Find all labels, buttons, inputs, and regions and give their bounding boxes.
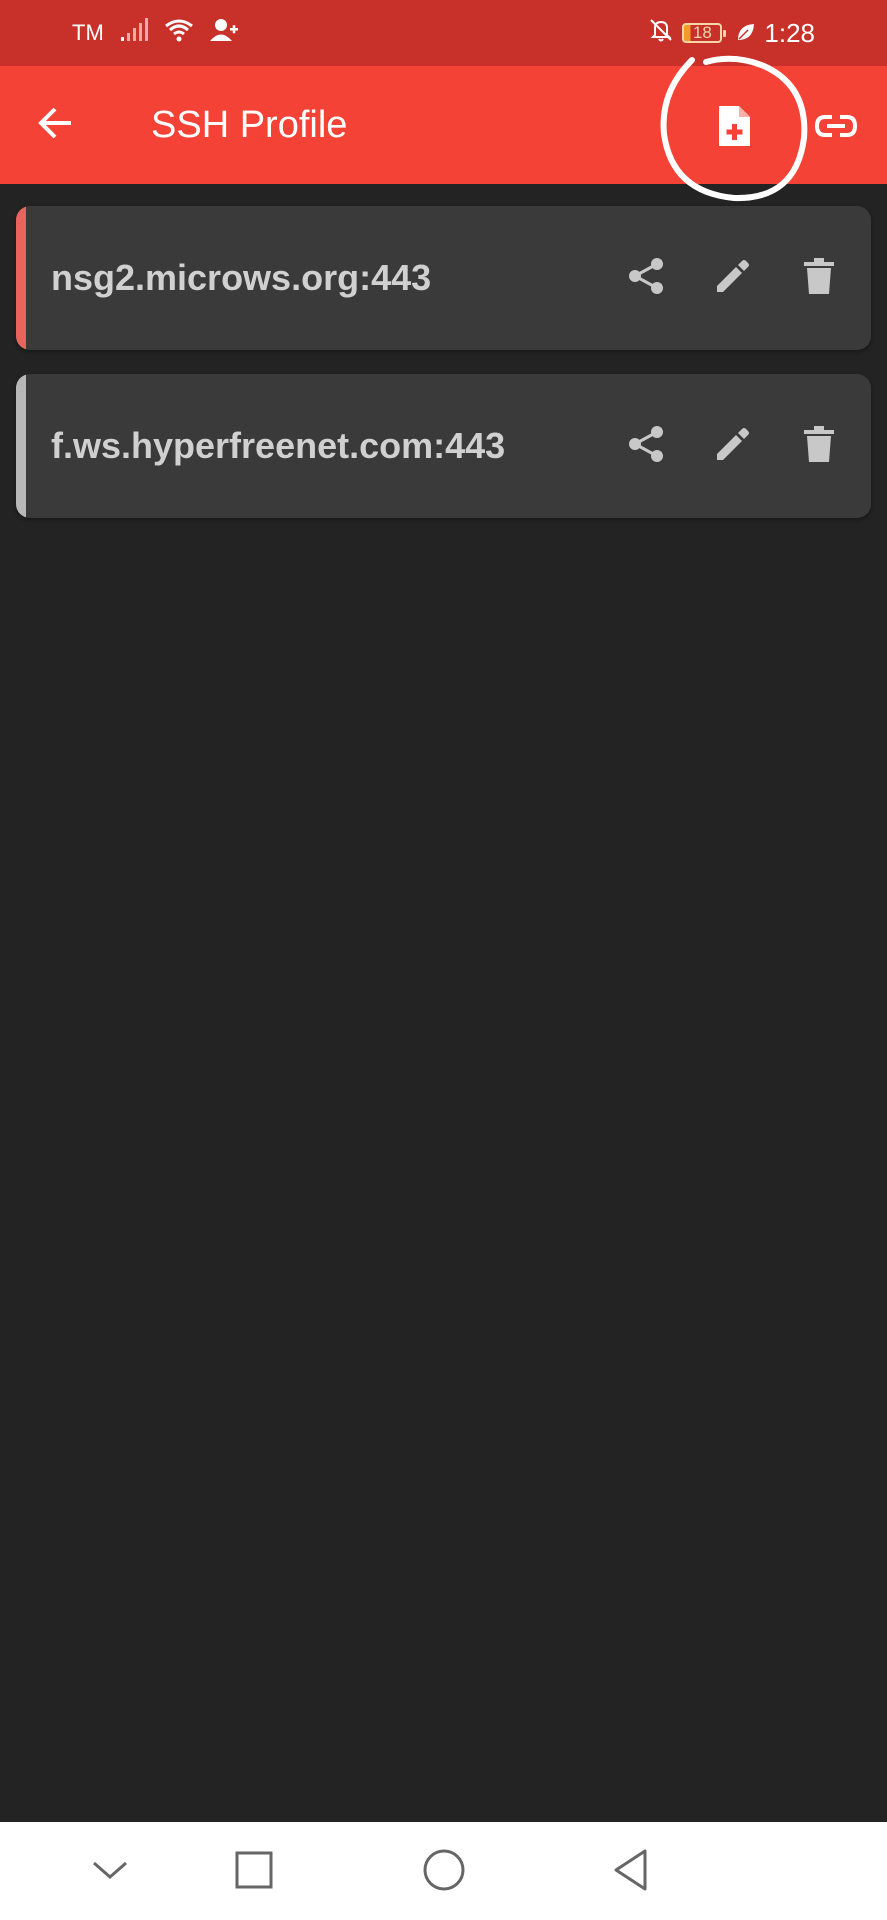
wifi-icon bbox=[164, 18, 194, 48]
clock: 1:28 bbox=[764, 17, 815, 48]
share-icon bbox=[627, 256, 667, 301]
edit-icon bbox=[713, 256, 753, 301]
card-accent bbox=[16, 374, 26, 518]
card-actions bbox=[597, 206, 855, 350]
status-right: 18 1:28 bbox=[648, 0, 815, 66]
back-triangle-icon bbox=[611, 1848, 651, 1897]
arrow-back-icon bbox=[35, 103, 75, 148]
recent-apps-icon bbox=[234, 1850, 274, 1895]
edit-button[interactable] bbox=[697, 242, 769, 314]
profile-name: f.ws.hyperfreenet.com:443 bbox=[51, 425, 506, 466]
profile-card[interactable]: f.ws.hyperfreenet.com:443 bbox=[16, 374, 871, 518]
delete-button[interactable] bbox=[783, 242, 855, 314]
add-file-icon bbox=[716, 104, 752, 153]
edit-icon bbox=[713, 424, 753, 469]
leaf-icon bbox=[736, 18, 756, 49]
battery-level: 18 bbox=[692, 23, 712, 42]
app-bar: SSH Profile bbox=[0, 66, 887, 184]
battery-icon: 18 bbox=[682, 23, 727, 43]
delete-button[interactable] bbox=[783, 410, 855, 482]
card-accent bbox=[16, 206, 26, 350]
profile-name: nsg2.microws.org:443 bbox=[51, 257, 432, 298]
profile-list: nsg2.microws.org:443 f.ws.hyperfreenet.c… bbox=[16, 206, 871, 542]
back-button[interactable] bbox=[30, 100, 80, 150]
home-icon bbox=[422, 1848, 466, 1897]
profile-card[interactable]: nsg2.microws.org:443 bbox=[16, 206, 871, 350]
home-button[interactable] bbox=[418, 1846, 470, 1898]
share-button[interactable] bbox=[611, 410, 683, 482]
link-icon bbox=[814, 112, 858, 145]
carrier-label: TM bbox=[72, 20, 104, 45]
page-title: SSH Profile bbox=[151, 104, 348, 146]
back-nav-button[interactable] bbox=[605, 1846, 657, 1898]
contact-add-icon bbox=[209, 18, 238, 48]
add-profile-button[interactable] bbox=[706, 100, 762, 156]
navigation-bar bbox=[0, 1822, 887, 1920]
share-icon bbox=[627, 424, 667, 469]
link-button[interactable] bbox=[808, 100, 864, 156]
delete-icon bbox=[801, 424, 837, 469]
recent-apps-button[interactable] bbox=[228, 1846, 280, 1898]
delete-icon bbox=[801, 256, 837, 301]
signal-icon bbox=[120, 18, 148, 48]
status-bar: TM 18 1:28 bbox=[0, 0, 887, 66]
hide-nav-button[interactable] bbox=[84, 1846, 136, 1898]
screen: TM 18 1:28 SSH Profile nsg2.microws.org:… bbox=[0, 0, 887, 1920]
status-left: TM bbox=[72, 0, 238, 66]
share-button[interactable] bbox=[611, 242, 683, 314]
bell-off-icon bbox=[648, 17, 674, 50]
edit-button[interactable] bbox=[697, 410, 769, 482]
card-actions bbox=[597, 374, 855, 518]
chevron-down-icon bbox=[90, 1858, 130, 1887]
